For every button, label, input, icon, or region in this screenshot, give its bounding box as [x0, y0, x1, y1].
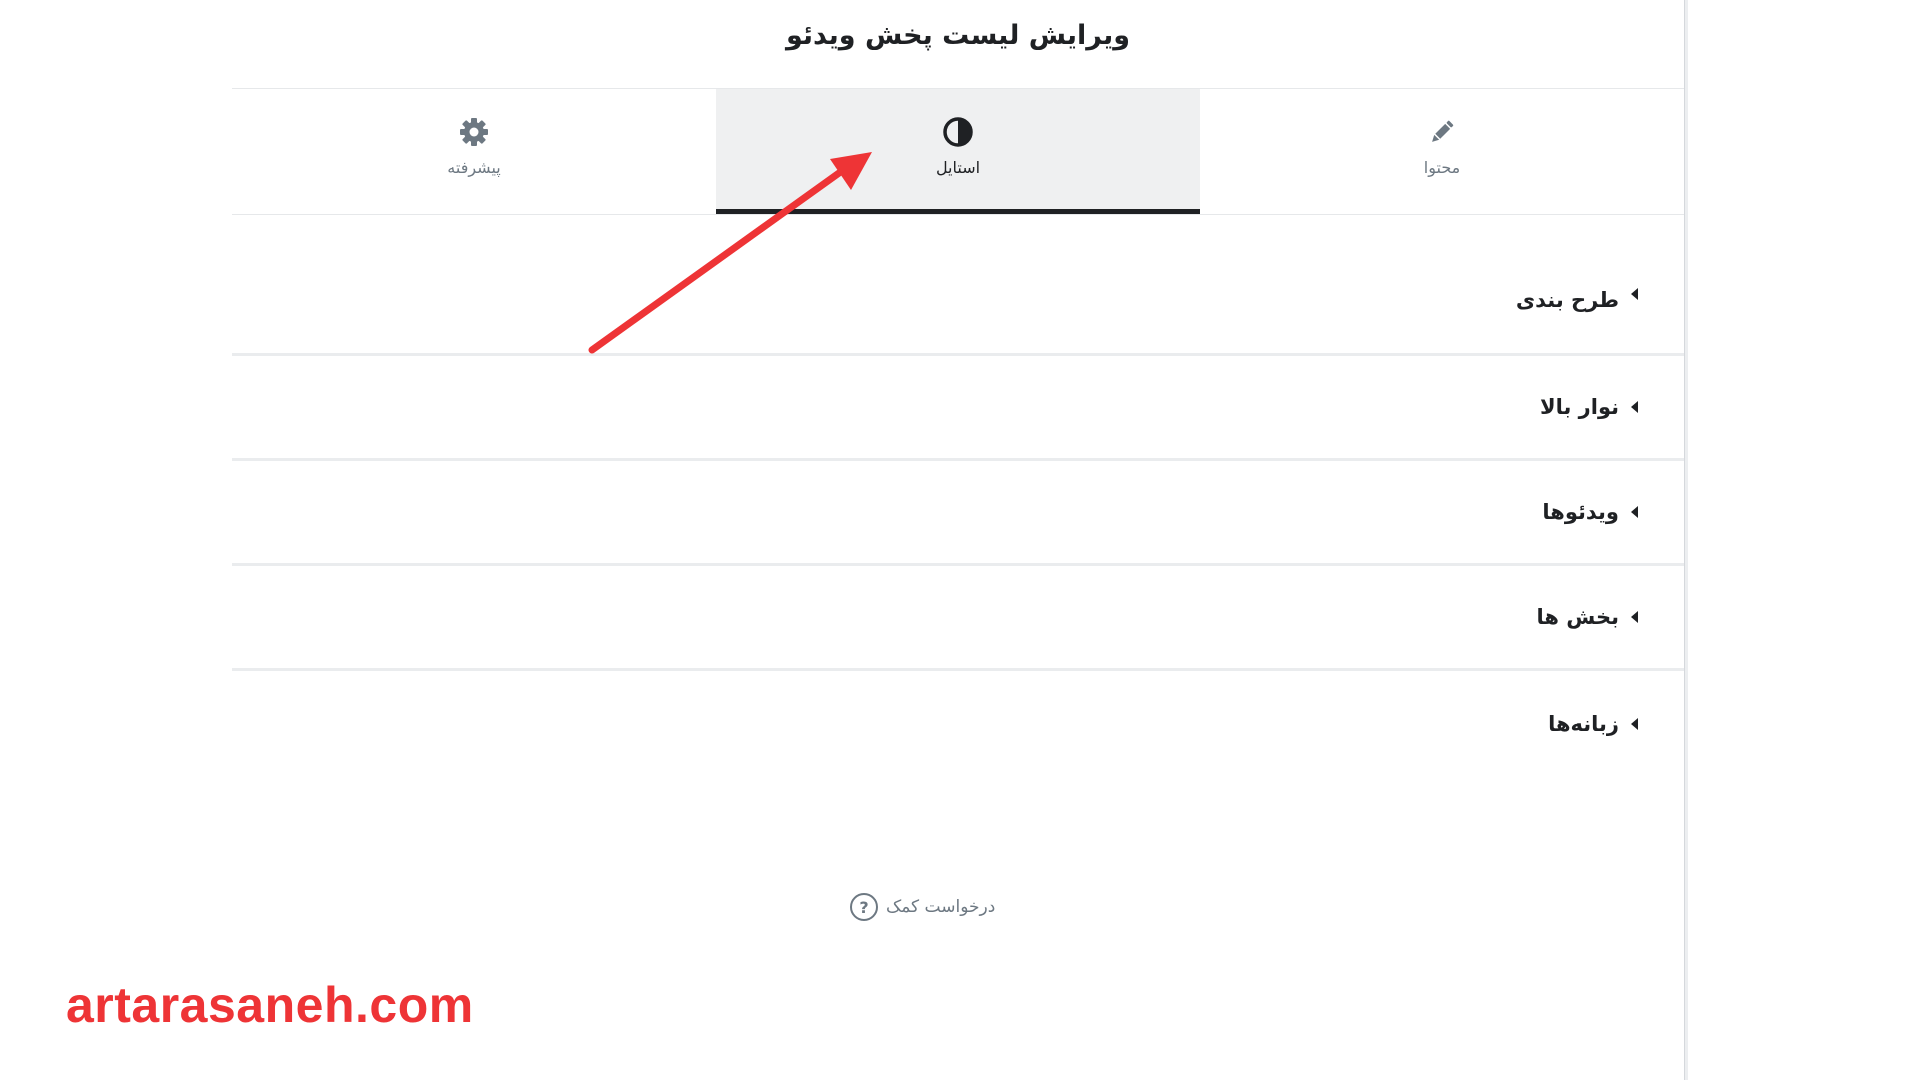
panel-title: ویرایش لیست پخش ویدئو — [785, 20, 1131, 51]
section-layout-label: طرح بندی — [1515, 288, 1619, 312]
sidebar-edge — [1684, 0, 1688, 1080]
section-top-bar-label: نوار بالا — [1539, 395, 1619, 419]
section-tabs-label: زبانه‌ها — [1548, 711, 1619, 736]
caret-left-icon — [1631, 401, 1638, 413]
section-sections[interactable]: بخش ها — [232, 566, 1684, 671]
tab-content-label: محتوا — [1423, 158, 1461, 177]
tab-style-label: استایل — [935, 158, 981, 177]
contrast-icon — [941, 115, 975, 149]
caret-left-icon — [1631, 288, 1638, 300]
tab-advanced-label: پیشرفته — [447, 158, 501, 177]
help-link-label: درخواست کمک — [886, 897, 996, 917]
help-link[interactable]: ? درخواست کمک — [850, 890, 995, 924]
question-circle-icon: ? — [850, 893, 878, 921]
section-top-bar[interactable]: نوار بالا — [232, 356, 1684, 461]
watermark: artarasaneh.com — [66, 977, 474, 1033]
tab-style[interactable]: استایل — [716, 89, 1200, 214]
section-tabs[interactable]: زبانه‌ها — [232, 671, 1684, 776]
gear-icon — [457, 115, 491, 149]
tab-advanced[interactable]: پیشرفته — [232, 89, 716, 214]
section-layout[interactable]: طرح بندی — [232, 250, 1684, 356]
caret-left-icon — [1631, 611, 1638, 623]
section-videos-label: ویدئوها — [1542, 500, 1619, 524]
pencil-icon — [1425, 115, 1459, 149]
caret-left-icon — [1631, 717, 1638, 730]
caret-left-icon — [1631, 506, 1638, 518]
section-videos[interactable]: ویدئوها — [232, 461, 1684, 566]
section-sections-label: بخش ها — [1536, 605, 1619, 629]
tabs-divider — [232, 214, 1684, 215]
style-sections: طرح بندی نوار بالا ویدئوها بخش ها زبانه‌… — [232, 250, 1684, 776]
tab-bar: محتوا استایل پیشرفته — [232, 89, 1684, 214]
editor-panel: ویرایش لیست پخش ویدئو محتوا استایل پیشرف… — [0, 0, 1920, 1080]
tab-content[interactable]: محتوا — [1200, 89, 1684, 214]
